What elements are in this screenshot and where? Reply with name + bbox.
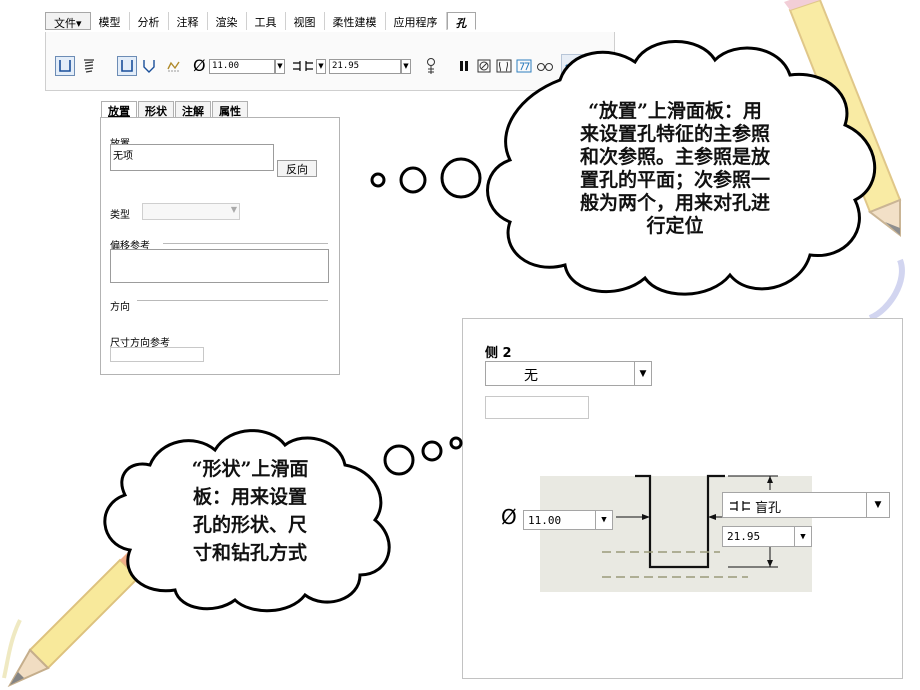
cancel-button[interactable] (587, 55, 607, 75)
depth-type-dropdown[interactable]: 盲孔 ▼ (722, 492, 890, 518)
depth-type-dropdown-arrow: ▼ (866, 493, 889, 517)
depth-value-dropdown-arrow: ▼ (794, 527, 811, 546)
glasses-icon (537, 63, 553, 71)
drill-profile-button[interactable] (139, 56, 159, 76)
depth-value: 21.95 (727, 530, 761, 543)
placement-collector[interactable]: 无项 (110, 144, 274, 171)
ribbon-depth-value: 21.95 (332, 61, 360, 71)
simple-hole-button[interactable] (55, 56, 75, 76)
bubble-dot (370, 172, 386, 188)
drill-point-icon (143, 60, 155, 73)
placement-callout-line: 行定位 (646, 215, 704, 237)
placement-panel: 放置 无项 反向 类型 ▼ 偏移参考 方向 尺寸方向参考 (100, 117, 340, 375)
type-dropdown-arrow: ▼ (230, 205, 237, 214)
menu-bar: 文件▾ 模型 分析 注释 渲染 工具 视图 柔性建模 应用程序 孔 (45, 12, 613, 33)
placement-collector-value: 无项 (113, 151, 133, 162)
menu-tools[interactable]: 工具 (247, 12, 286, 30)
diameter-value: 11.00 (528, 514, 562, 527)
no-preview-button[interactable] (474, 56, 494, 76)
close-icon (591, 59, 603, 71)
checkmark-icon (565, 59, 579, 71)
bubble-dot (440, 157, 482, 199)
shape-panel: 侧 2 无 ▼ Ø 11.00 ▼ 盲孔 ▼ 21.95 ▼ (462, 318, 903, 679)
menu-file[interactable]: 文件▾ (45, 12, 91, 30)
side2-depth-field[interactable] (485, 396, 589, 419)
simple-hole-icon (59, 60, 71, 72)
shape-callout-line: 孔的形状、尺 (192, 514, 307, 536)
diameter-symbol-icon: Ø (501, 505, 517, 529)
pencil-decoration-bottom-left (2, 552, 146, 688)
verify-model-button[interactable] (514, 56, 534, 76)
dimension-reference-collector[interactable] (110, 347, 204, 362)
flat-hole-icon (121, 60, 133, 72)
bubble-dot (383, 444, 415, 476)
diameter-icon: Ø (193, 56, 206, 75)
ribbon-depth-input[interactable]: 21.95 (329, 59, 401, 74)
thread-button[interactable] (421, 56, 441, 76)
placement-callout-line: 般为两个，用来对孔进 (579, 192, 770, 214)
placement-callout-line: “放置”上滑面板：用 (588, 100, 762, 122)
ribbon-depth-dropdown[interactable]: ▼ (401, 59, 411, 74)
pause-icon (460, 61, 468, 71)
shape-callout-line: 板：用来设置 (192, 486, 307, 508)
type-label: 类型 (110, 210, 130, 221)
shape-callout-text: “形状”上滑面 板：用来设置 孔的形状、尺 寸和钻孔方式 (150, 455, 350, 567)
preview-button[interactable] (494, 56, 514, 76)
depth-type-dropdown[interactable]: ▼ (316, 59, 326, 74)
menu-annotate[interactable]: 注释 (169, 12, 208, 30)
bubble-dot (449, 436, 463, 450)
depth-type-icon (730, 501, 750, 511)
depth-value-input[interactable]: 21.95 ▼ (722, 526, 812, 547)
ribbon-diameter-input[interactable]: 11.00 (209, 59, 275, 74)
thread-icon (427, 58, 435, 74)
placement-callout-line: 来设置孔特征的主参照 (579, 123, 770, 145)
geometry-preview-icon (496, 59, 512, 73)
menu-analysis[interactable]: 分析 (130, 12, 169, 30)
glasses-preview-button[interactable] (535, 56, 555, 76)
side2-dropdown-arrow: ▼ (634, 362, 651, 385)
reverse-button-label: 反向 (286, 162, 308, 176)
menu-applications[interactable]: 应用程序 (386, 12, 447, 30)
tab-hole[interactable]: 孔 (446, 12, 476, 30)
offset-references-collector[interactable] (110, 249, 329, 283)
direction-separator (137, 300, 328, 301)
shape-callout-line: 寸和钻孔方式 (192, 542, 307, 564)
depth-type-value: 盲孔 (755, 501, 782, 516)
menu-model[interactable]: 模型 (91, 12, 130, 30)
direction-label: 方向 (110, 302, 130, 313)
no-preview-icon (477, 59, 491, 73)
placement-callout-line: 和次参照。主参照是放 (579, 146, 770, 168)
bubble-dot (421, 440, 443, 462)
menu-view[interactable]: 视图 (286, 12, 325, 30)
menu-render[interactable]: 渲染 (208, 12, 247, 30)
offset-separator (163, 243, 328, 244)
side2-label: 侧 2 (485, 346, 512, 361)
reverse-button[interactable]: 反向 (277, 160, 317, 177)
ribbon-diameter-value: 11.00 (212, 61, 240, 71)
blind-depth-icon (293, 61, 313, 71)
sketch-profile-button[interactable] (164, 56, 184, 76)
placement-callout-text: “放置”上滑面板：用 来设置孔特征的主参照 和次参照。主参照是放 置孔的平面；次… (545, 100, 805, 238)
bubble-dot (399, 166, 427, 194)
side2-value: 无 (524, 368, 538, 384)
type-dropdown[interactable]: ▼ (142, 203, 240, 220)
depth-type-button[interactable] (289, 56, 317, 76)
ok-button[interactable] (561, 54, 583, 76)
shape-callout-line: “形状”上滑面 (191, 458, 309, 480)
sketch-profile-icon (167, 61, 180, 72)
menu-flexible-modeling[interactable]: 柔性建模 (325, 12, 386, 30)
hole-ribbon: Ø 11.00 ▼ ▼ 21.95 ▼ (45, 32, 615, 91)
side2-dropdown[interactable]: 无 ▼ (485, 361, 652, 386)
verify-icon (516, 59, 532, 73)
diameter-input[interactable]: 11.00 ▼ (523, 510, 613, 530)
diameter-dropdown-arrow: ▼ (595, 511, 612, 529)
threaded-hole-icon (84, 59, 94, 73)
flat-profile-button[interactable] (117, 56, 137, 76)
standard-hole-button[interactable] (79, 56, 99, 76)
pause-button[interactable] (454, 56, 474, 76)
placement-callout-line: 置孔的平面；次参照一 (579, 169, 770, 191)
ribbon-diameter-dropdown[interactable]: ▼ (275, 59, 285, 74)
